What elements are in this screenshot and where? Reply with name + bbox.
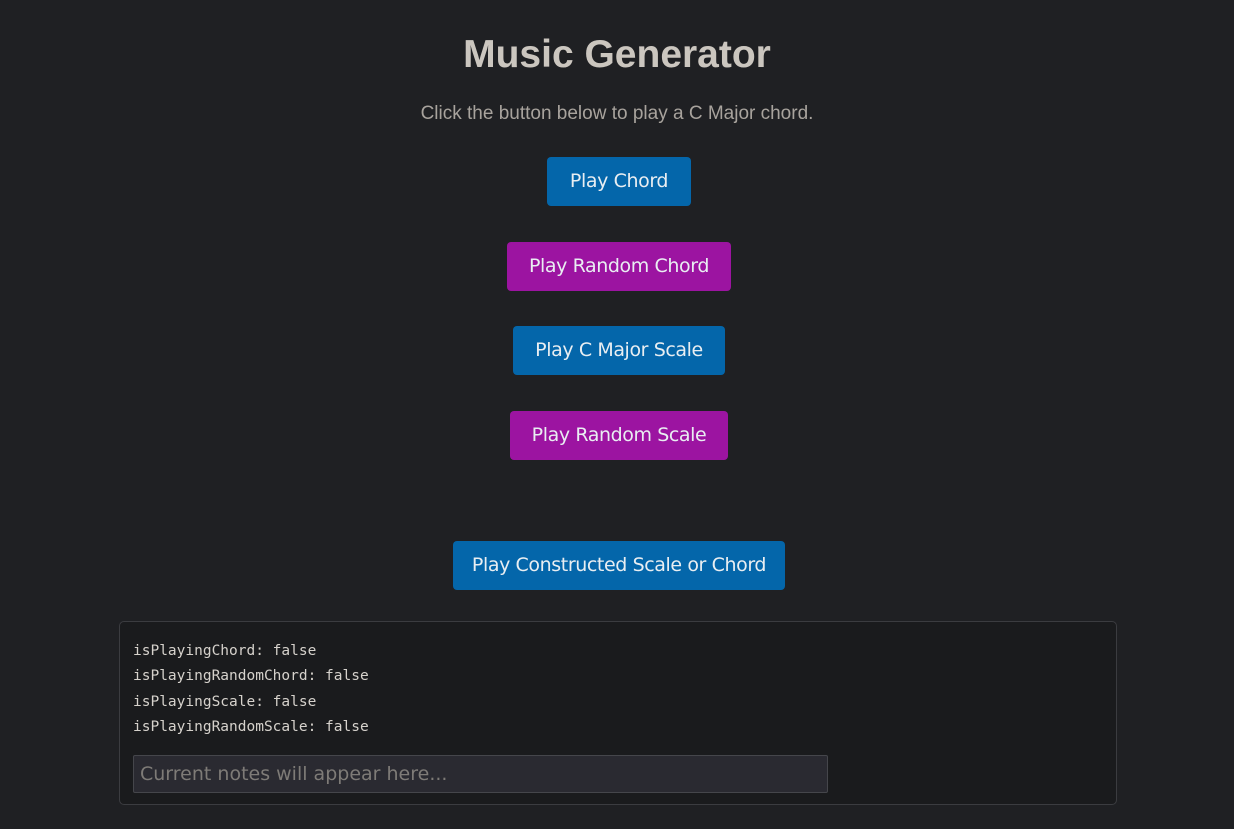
play-constructed-button[interactable]: Play Constructed Scale or Chord — [453, 541, 785, 590]
status-is-playing-scale: isPlayingScale: false — [133, 694, 317, 710]
page-title: Music Generator — [463, 33, 771, 76]
status-is-playing-random-scale: isPlayingRandomScale: false — [133, 719, 369, 735]
page-subtitle: Click the button below to play a C Major… — [420, 103, 814, 124]
play-chord-button[interactable]: Play Chord — [547, 157, 691, 206]
status-is-playing-chord: isPlayingChord: false — [133, 643, 317, 659]
play-c-major-scale-button[interactable]: Play C Major Scale — [513, 326, 725, 375]
play-random-chord-button[interactable]: Play Random Chord — [507, 242, 731, 291]
status-is-playing-random-chord: isPlayingRandomChord: false — [133, 668, 369, 684]
play-random-scale-button[interactable]: Play Random Scale — [510, 411, 728, 460]
status-panel: isPlayingChord: false isPlayingRandomCho… — [119, 621, 1117, 805]
current-notes-input[interactable] — [133, 755, 828, 793]
